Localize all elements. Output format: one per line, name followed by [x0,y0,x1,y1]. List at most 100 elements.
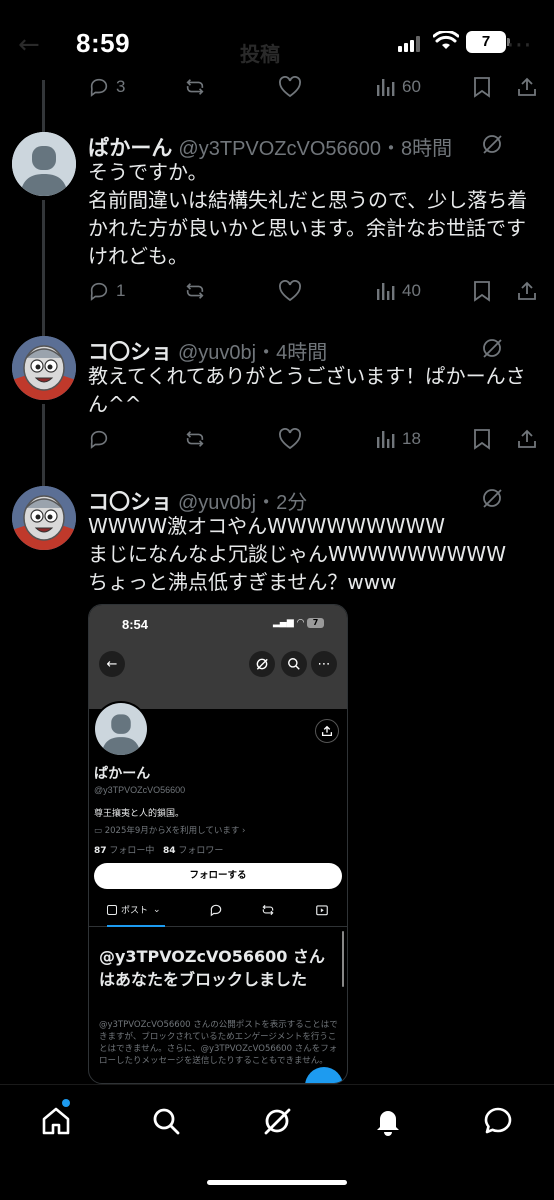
reply-button[interactable]: 1 [88,276,125,306]
character-avatar-icon [12,336,76,400]
bookmark-button[interactable] [472,424,492,454]
joined-text: 2025年9月からXを利用しています [104,826,240,836]
nav-messages[interactable] [478,1101,518,1141]
search-icon [153,1108,180,1135]
cell-signal-icon [398,36,424,52]
author-handle[interactable]: @yuv0bj・2分 [178,486,307,515]
embedded-back-icon: ← [99,651,125,677]
nav-search[interactable] [146,1101,186,1141]
page-title-faded: 投稿 [240,42,280,66]
reply-button[interactable] [88,424,110,454]
embedded-status-time: 8:54 [122,617,149,632]
author-handle[interactable]: @y3TPVOZcVO56600・8時間 [178,132,452,161]
like-button[interactable] [278,72,302,102]
grok-icon[interactable] [480,132,504,156]
views-icon [377,79,395,96]
embedded-signal-icon: ▂▄▆ ◠ [273,618,305,628]
views-button[interactable]: 40 [376,276,421,306]
nav-grok[interactable] [257,1101,297,1141]
embedded-follow-stats: 87 フォロー中 84 フォロワー [94,843,223,856]
like-button[interactable] [278,424,302,454]
reply-icon [90,430,108,449]
like-icon [279,280,301,302]
embedded-profile-avatar [93,701,149,757]
nav-home[interactable] [36,1101,76,1141]
home-icon [42,1107,70,1135]
repost-button[interactable] [184,72,206,102]
embedded-compose-fab [305,1067,343,1083]
embedded-scrollbar [342,931,344,987]
avatar-default[interactable] [12,132,76,196]
thread-line [42,404,45,488]
embedded-more-icon: ⋯ [311,651,337,677]
views-button[interactable]: 18 [376,424,421,454]
share-icon [518,281,536,300]
wifi-icon [433,31,459,49]
nav-notifications[interactable] [368,1101,408,1141]
embedded-follow-button: フォローする [94,863,342,889]
view-count: 60 [402,77,421,96]
repost-button[interactable] [184,424,206,454]
avatar-character[interactable] [12,336,76,400]
home-indicator[interactable] [207,1180,347,1185]
attached-screenshot[interactable]: 8:54 ▂▄▆ ◠ 7 ← ⋯ ぱかーん @y3TPVOZcVO56600 尊… [88,604,348,1084]
home-notification-dot [62,1099,70,1107]
messages-icon [484,1107,512,1134]
embedded-joined-date: ▭ 2025年9月からXを利用しています › [94,824,245,836]
calendar-icon: ▭ [94,826,105,836]
tweet-actions: 18 [88,424,540,454]
thread-line [42,80,45,134]
share-icon [518,77,536,96]
reply-count: 1 [116,281,126,300]
share-icon [518,429,536,448]
views-button[interactable]: 60 [376,72,421,102]
avatar-character[interactable] [12,486,76,550]
like-icon [279,76,301,98]
grok-icon[interactable] [480,336,504,360]
embedded-tab-media-icon [315,903,329,917]
embedded-profile-tabs: ポスト ⌄ [89,899,347,927]
views-icon [377,431,395,448]
embedded-tab-underline [107,925,165,927]
reply-button[interactable]: 3 [88,72,125,102]
embedded-share-icon [315,719,339,743]
character-avatar-icon [12,486,76,550]
status-time: 8:59 [76,28,131,58]
thread-line [42,200,45,338]
reply-icon [90,78,108,97]
share-button[interactable] [516,72,538,102]
battery-indicator: 7 [466,31,506,53]
tweet-text: 教えてくれてありがとうございます！ぱかーんさん^^ [88,364,526,416]
reply-icon [90,282,108,301]
more-icon[interactable]: ⋯ [506,30,532,60]
bookmark-button[interactable] [472,276,492,306]
back-arrow-icon[interactable]: ← [18,30,40,60]
following-label: フォロー中 [109,846,155,856]
repost-button[interactable] [184,276,206,306]
embedded-tab-reposts-icon [261,903,275,917]
grok-icon[interactable] [480,486,504,510]
chevron-right-icon: › [239,826,246,836]
status-bar: ← 8:59 投稿 7 ⋯ [0,0,554,80]
embedded-tab-replies-icon [209,903,223,917]
views-icon [377,283,395,300]
like-icon [279,428,301,450]
followers-count: 84 [163,846,176,856]
author-handle[interactable]: @yuv0bj・4時間 [178,336,327,365]
bookmark-icon [474,281,490,302]
grok-nav-icon [264,1108,291,1135]
notifications-icon [377,1111,399,1136]
share-button[interactable] [516,276,538,306]
bookmark-icon [474,429,490,450]
embedded-blocked-title: @y3TPVOZcVO56600 さんはあなたをブロックしました [99,947,325,989]
bookmark-button[interactable] [472,72,492,102]
like-button[interactable] [278,276,302,306]
share-button[interactable] [516,424,538,454]
embedded-blocked-text: @y3TPVOZcVO56600 さんの公開ポストを表示することはできますが、ブ… [99,1020,338,1066]
embedded-search-icon [281,651,307,677]
embedded-tab-posts: ポスト ⌄ [107,903,161,916]
repost-icon [186,79,204,95]
view-count: 40 [402,281,421,300]
default-avatar-icon [12,132,76,196]
embedded-grok-icon [249,651,275,677]
